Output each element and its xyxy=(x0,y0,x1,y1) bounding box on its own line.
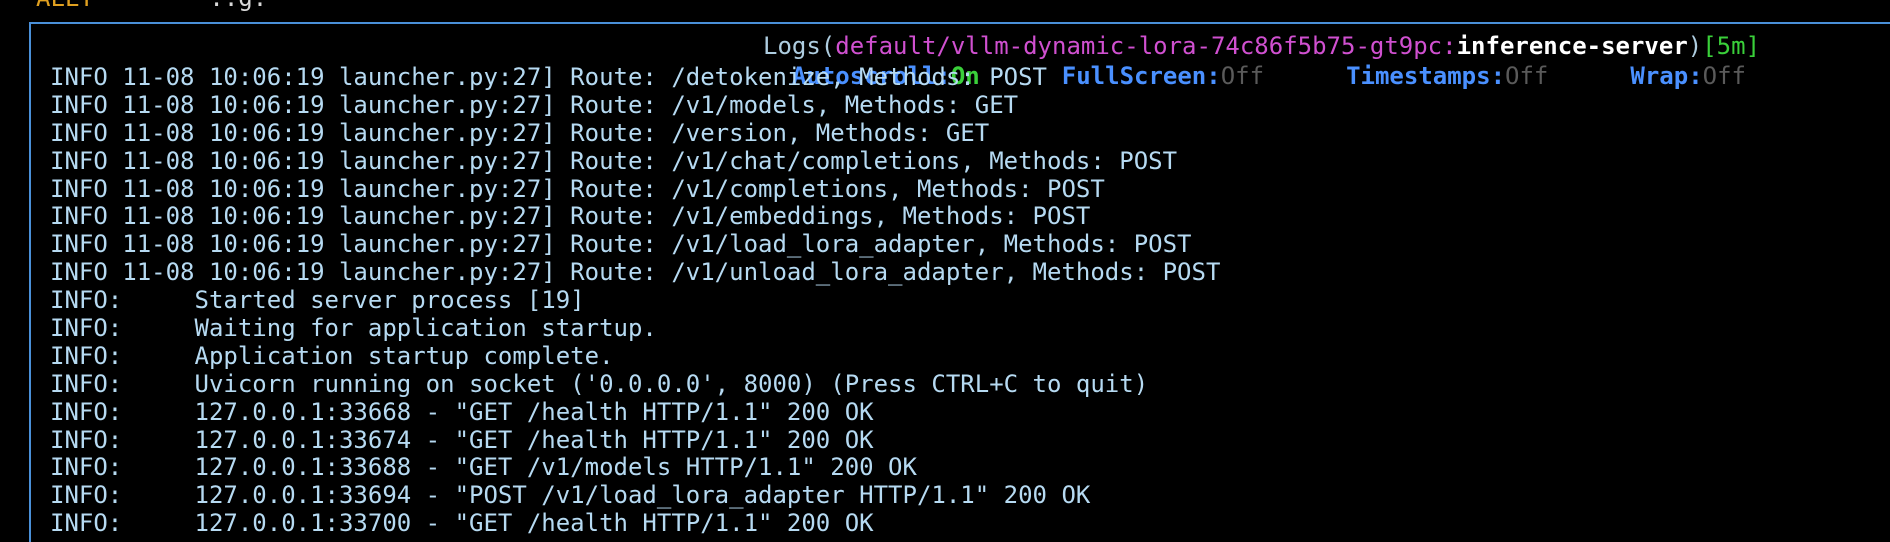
timestamps-toggle[interactable]: Timestamps:Off xyxy=(1346,63,1548,89)
log-output[interactable]: INFO 11-08 10:06:19 launcher.py:27] Rout… xyxy=(50,63,1221,538)
log-line: INFO 11-08 10:06:19 launcher.py:27] Rout… xyxy=(50,63,1047,91)
log-line: INFO: 127.0.0.1:33668 - "GET /health HTT… xyxy=(50,397,874,426)
log-line: INFO 11-08 10:06:19 launcher.py:27] Rout… xyxy=(50,90,1019,119)
previous-view-fragment: ALLT ..g. xyxy=(36,0,267,10)
wrap-key: Wrap: xyxy=(1630,62,1703,90)
log-line: INFO 11-08 10:06:19 launcher.py:27] Rout… xyxy=(50,258,1221,287)
log-line: INFO 11-08 10:06:19 launcher.py:27] Rout… xyxy=(50,146,1178,175)
log-line: INFO: Application startup complete. xyxy=(50,341,614,370)
log-line: INFO: 127.0.0.1:33674 - "GET /health HTT… xyxy=(50,425,874,454)
log-line: INFO 11-08 10:06:19 launcher.py:27] Rout… xyxy=(50,174,1105,203)
log-line: INFO: 127.0.0.1:33700 - "GET /health HTT… xyxy=(50,509,874,538)
fragment-right: ..g. xyxy=(209,0,267,12)
log-line: INFO: 127.0.0.1:33694 - "POST /v1/load_l… xyxy=(50,481,1091,510)
log-line: INFO 11-08 10:06:19 launcher.py:27] Rout… xyxy=(50,230,1192,259)
fragment-left: ALLT xyxy=(36,0,94,12)
timestamps-value: Off xyxy=(1505,62,1549,90)
timestamps-key: Timestamps: xyxy=(1346,62,1506,90)
fullscreen-value: Off xyxy=(1220,62,1265,90)
log-line: INFO 11-08 10:06:19 launcher.py:27] Rout… xyxy=(50,202,1091,231)
log-line: INFO: Started server process [19] xyxy=(50,286,585,315)
log-line: INFO: Waiting for application startup. xyxy=(50,314,657,343)
log-line: INFO: 127.0.0.1:33688 - "GET /v1/models … xyxy=(50,453,917,482)
log-line: INFO: Uvicorn running on socket ('0.0.0.… xyxy=(50,369,1149,398)
wrap-value: Off xyxy=(1702,62,1746,90)
wrap-toggle[interactable]: Wrap:Off xyxy=(1630,63,1746,89)
log-line: INFO 11-08 10:06:19 launcher.py:27] Rout… xyxy=(50,118,990,147)
